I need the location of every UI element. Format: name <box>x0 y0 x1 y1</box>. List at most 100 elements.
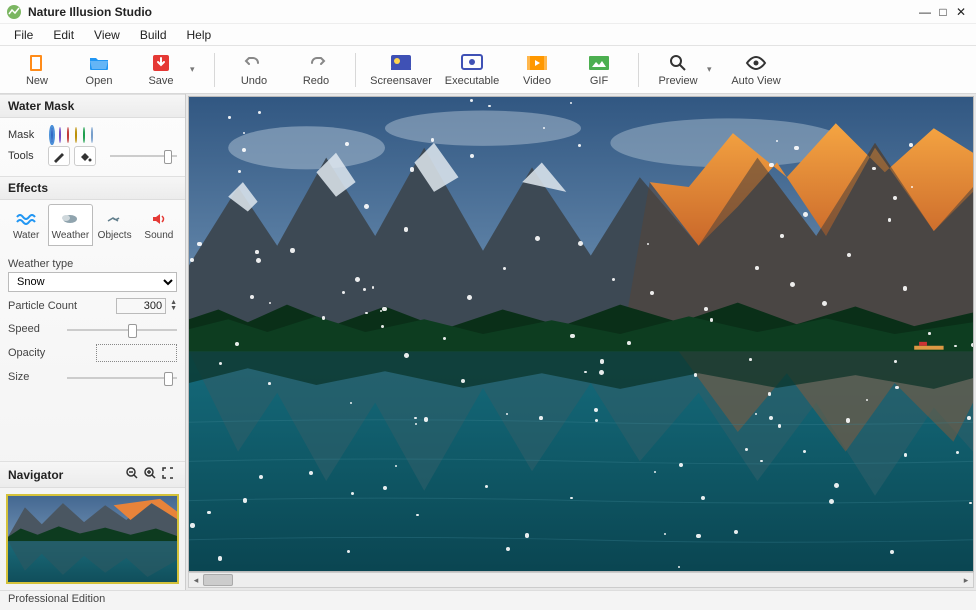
objects-icon <box>94 209 136 229</box>
toolbar-separator <box>214 53 215 87</box>
speed-slider[interactable] <box>67 322 177 338</box>
snow-particle <box>903 286 907 290</box>
opacity-input[interactable] <box>96 344 178 362</box>
mask-color-swatch[interactable] <box>51 127 53 143</box>
gif-button[interactable]: GIF <box>568 47 630 93</box>
window-minimize-icon[interactable]: — <box>916 5 934 19</box>
opacity-label: Opacity <box>8 347 88 359</box>
snow-particle <box>866 399 868 401</box>
mask-color-swatch[interactable] <box>75 127 77 143</box>
particle-count-label: Particle Count <box>8 300 112 312</box>
scroll-left-arrow[interactable]: ◂ <box>189 573 203 587</box>
snow-particle <box>190 258 194 262</box>
preview-dropdown-caret[interactable]: ▾ <box>707 64 717 75</box>
redo-icon <box>306 52 326 74</box>
menu-file[interactable]: File <box>4 25 43 45</box>
snow-particle <box>404 353 409 358</box>
menu-edit[interactable]: Edit <box>43 25 84 45</box>
size-label: Size <box>8 371 63 383</box>
brush-size-slider[interactable] <box>110 149 177 163</box>
save-button[interactable]: Save <box>130 47 192 93</box>
snow-particle <box>888 218 891 221</box>
menu-build[interactable]: Build <box>130 25 177 45</box>
snow-particle <box>268 382 271 385</box>
mask-color-swatch[interactable] <box>67 127 69 143</box>
canvas[interactable] <box>188 96 974 572</box>
open-button[interactable]: Open <box>68 47 130 93</box>
snow-particle <box>290 248 295 253</box>
main-area: Water Mask Mask Tools Effects Water <box>0 94 976 590</box>
screensaver-button[interactable]: Screensaver <box>364 47 438 93</box>
save-dropdown-caret[interactable]: ▾ <box>190 64 200 75</box>
window-maximize-icon[interactable]: □ <box>934 5 952 19</box>
zoom-out-icon[interactable] <box>123 466 141 483</box>
redo-button[interactable]: Redo <box>285 47 347 93</box>
tools-label: Tools <box>8 150 48 162</box>
horizontal-scrollbar[interactable]: ◂ ▸ <box>188 572 974 588</box>
snow-particle <box>872 167 875 170</box>
snow-particle <box>235 342 239 346</box>
scroll-right-arrow[interactable]: ▸ <box>959 573 973 587</box>
snow-particle <box>780 234 784 238</box>
snow-particle <box>219 362 222 365</box>
size-slider[interactable] <box>67 370 177 386</box>
tab-weather[interactable]: Weather <box>48 204 92 246</box>
mask-color-swatch[interactable] <box>83 127 85 143</box>
video-button[interactable]: Video <box>506 47 568 93</box>
brush-tool-button[interactable] <box>48 146 70 166</box>
eye-icon <box>745 52 767 74</box>
snow-particle <box>345 142 349 146</box>
tab-sound[interactable]: Sound <box>137 204 181 246</box>
navigator-body <box>0 488 185 590</box>
zoom-in-icon[interactable] <box>141 466 159 483</box>
navigator-thumbnail[interactable] <box>6 494 179 584</box>
executable-button[interactable]: Executable <box>438 47 506 93</box>
folder-open-icon <box>88 52 110 74</box>
snow-particle <box>890 550 894 554</box>
snow-particle <box>242 148 246 152</box>
titlebar: Nature Illusion Studio — □ ✕ <box>0 0 976 24</box>
panel-header-watermask: Water Mask <box>0 94 185 118</box>
snow-particle <box>539 416 543 420</box>
snow-particle <box>794 146 799 151</box>
window-close-icon[interactable]: ✕ <box>952 5 970 19</box>
snow-particle <box>255 250 259 254</box>
snow-particle <box>431 138 435 142</box>
mask-color-swatch[interactable] <box>59 127 61 143</box>
undo-icon <box>244 52 264 74</box>
particle-count-spinner[interactable]: ▲▼ <box>170 300 177 312</box>
sidebar: Water Mask Mask Tools Effects Water <box>0 94 186 590</box>
snow-particle <box>381 325 384 328</box>
mask-color-swatch[interactable] <box>91 127 93 143</box>
snow-particle <box>584 371 586 373</box>
autoview-button[interactable]: Auto View <box>723 47 789 93</box>
new-button[interactable]: New <box>6 47 68 93</box>
menu-help[interactable]: Help <box>177 25 222 45</box>
screensaver-icon <box>390 52 412 74</box>
snow-particle <box>364 204 369 209</box>
snow-particle <box>256 258 261 263</box>
tab-water[interactable]: Water <box>4 204 48 246</box>
snow-particle <box>755 413 757 415</box>
weather-type-select[interactable]: Snow <box>8 272 177 292</box>
particle-count-value[interactable]: 300 <box>116 298 166 314</box>
snow-particle <box>228 116 230 118</box>
tab-objects[interactable]: Objects <box>93 204 137 246</box>
snow-particle <box>954 345 956 347</box>
preview-button[interactable]: Preview <box>647 47 709 93</box>
undo-button[interactable]: Undo <box>223 47 285 93</box>
snow-particle <box>351 492 354 495</box>
snow-particle <box>894 360 897 363</box>
snow-particle <box>347 550 350 553</box>
fit-screen-icon[interactable] <box>159 466 177 483</box>
snow-particle <box>404 227 408 231</box>
edition-label: Professional Edition <box>8 593 105 605</box>
snow-particle <box>678 566 680 568</box>
scroll-thumb[interactable] <box>203 574 233 586</box>
effects-tabs: Water Weather Objects Sound <box>0 200 185 246</box>
effects-controls: Weather type Snow Particle Count 300 ▲▼ … <box>0 246 185 398</box>
status-bar: Professional Edition <box>0 590 976 610</box>
fill-tool-button[interactable] <box>74 146 96 166</box>
snow-particle <box>424 417 429 422</box>
menu-view[interactable]: View <box>84 25 130 45</box>
